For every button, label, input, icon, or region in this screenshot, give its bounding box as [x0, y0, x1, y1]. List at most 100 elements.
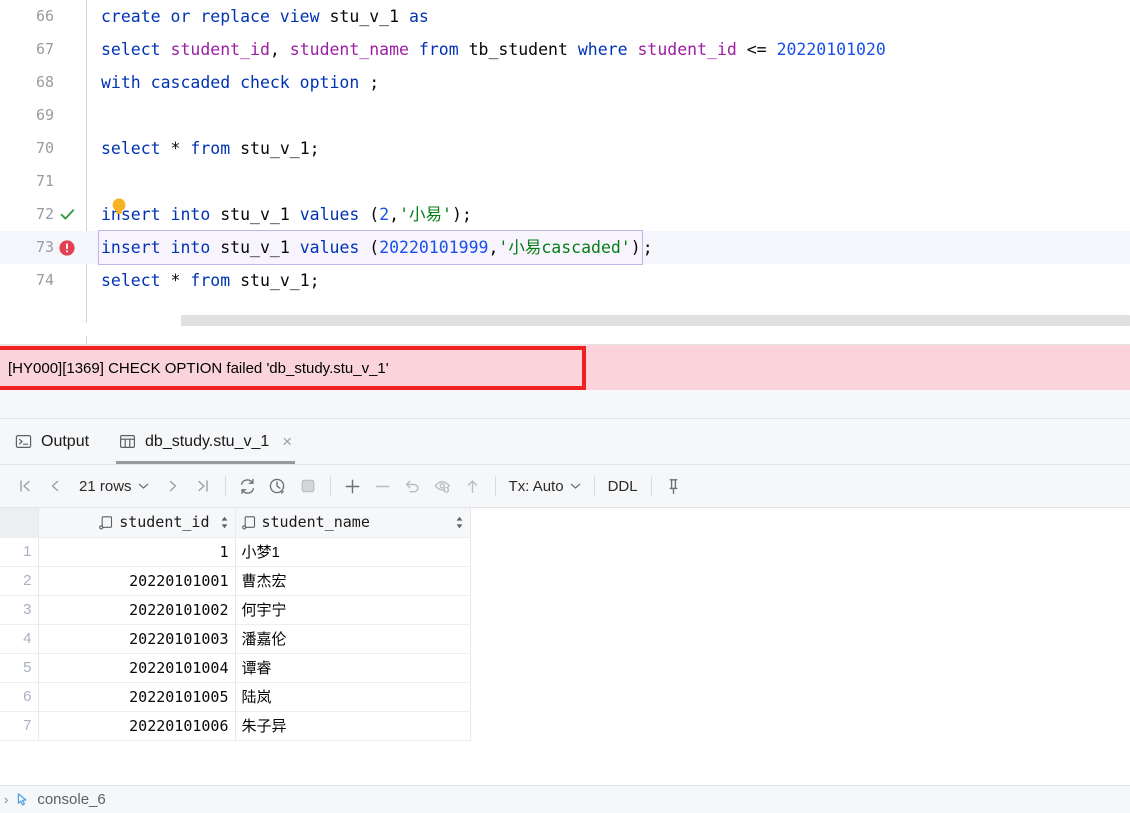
cell-student-id[interactable]: 20220101002	[38, 595, 236, 625]
line-gutter: 70	[0, 132, 86, 165]
revert-changes-button[interactable]	[398, 471, 428, 501]
code-line[interactable]: 72 insert into stu_v_1 values (2,'小易');	[0, 198, 1130, 231]
cell-student-id[interactable]: 20220101004	[38, 653, 236, 683]
cell-student-name[interactable]: 谭睿	[235, 653, 471, 683]
code-line[interactable]: 70 select * from stu_v_1;	[0, 132, 1130, 165]
sql-editor[interactable]: 66 create or replace view stu_v_1 as 67 sel…	[0, 0, 1130, 345]
chevron-right-icon[interactable]: ›	[4, 792, 8, 807]
tab-db-study-stu-v-1[interactable]: db_study.stu_v_1 ×	[104, 419, 307, 464]
banner-gap	[0, 390, 1130, 419]
pin-tab-button[interactable]	[659, 471, 689, 501]
results-table[interactable]: student_id student_name 1 1 小梦1 2 202201…	[0, 508, 471, 741]
line-number: 70	[35, 139, 54, 157]
code-text[interactable]: with cascaded check option ;	[86, 66, 379, 99]
editor-hscrollbar-thumb[interactable]	[181, 315, 1130, 326]
code-token: create or replace view	[101, 7, 330, 26]
code-token: insert into	[101, 238, 221, 257]
cell-student-id[interactable]: 20220101006	[38, 711, 236, 741]
tab-label: db_study.stu_v_1	[145, 432, 270, 450]
row-number[interactable]: 7	[0, 711, 39, 741]
table-row[interactable]: 2 20220101001 曹杰宏	[0, 566, 471, 596]
code-text[interactable]: select student_id, student_name from tb_…	[86, 33, 886, 66]
code-text[interactable]: select * from stu_v_1;	[86, 132, 320, 165]
row-number[interactable]: 2	[0, 566, 39, 596]
table-row[interactable]: 7 20220101006 朱子异	[0, 711, 471, 741]
cell-student-name[interactable]: 曹杰宏	[235, 566, 471, 596]
prev-page-button[interactable]	[40, 471, 70, 501]
table-row[interactable]: 4 20220101003 潘嘉伦	[0, 624, 471, 654]
cell-student-name[interactable]: 陆岚	[235, 682, 471, 712]
preview-changes-button[interactable]	[428, 471, 458, 501]
code-token: select	[101, 139, 171, 158]
row-count-selector[interactable]: 21 rows	[70, 478, 158, 495]
code-line[interactable]: 69	[0, 99, 1130, 132]
statement-success-icon[interactable]	[54, 206, 80, 223]
console-icon	[15, 433, 32, 450]
table-row[interactable]: 6 20220101005 陆岚	[0, 682, 471, 712]
line-gutter: 66	[0, 0, 86, 33]
cell-student-name[interactable]: 小梦1	[235, 537, 471, 567]
sort-indicator-student-name[interactable]	[455, 516, 464, 529]
line-number: 66	[35, 7, 54, 25]
editor-lines[interactable]: 66 create or replace view stu_v_1 as 67 sel…	[0, 0, 1130, 297]
cell-student-id[interactable]: 1	[38, 537, 236, 567]
query-history-button[interactable]	[263, 471, 293, 501]
code-token: stu_v_1	[329, 7, 409, 26]
table-row[interactable]: 1 1 小梦1	[0, 537, 471, 567]
status-bar[interactable]: › console_6	[0, 785, 1130, 813]
cell-student-name[interactable]: 朱子异	[235, 711, 471, 741]
column-header-student-name[interactable]: student_name	[235, 508, 471, 538]
cell-student-name[interactable]: 何宇宁	[235, 595, 471, 625]
code-line[interactable]: 74 select * from stu_v_1;	[0, 264, 1130, 297]
add-row-button[interactable]	[338, 471, 368, 501]
code-line[interactable]: 67 select student_id, student_name from t…	[0, 33, 1130, 66]
row-number[interactable]: 4	[0, 624, 39, 654]
code-line[interactable]: 73 insert into stu_v_1 values (2022010199…	[0, 230, 1130, 265]
intention-bulb-icon[interactable]	[112, 198, 126, 215]
column-header-student-id[interactable]: student_id	[38, 508, 236, 538]
code-text[interactable]: select * from stu_v_1;	[86, 264, 320, 297]
chevron-down-icon-tx	[570, 482, 581, 490]
cell-student-id[interactable]: 20220101005	[38, 682, 236, 712]
tab-output[interactable]: Output	[0, 419, 104, 464]
ddl-button[interactable]: DDL	[602, 478, 644, 495]
refresh-button[interactable]	[233, 471, 263, 501]
code-token: stu_v_1	[220, 238, 300, 257]
submit-changes-button[interactable]	[458, 471, 488, 501]
cursor-icon	[15, 792, 30, 807]
first-page-button[interactable]	[10, 471, 40, 501]
cell-student-name[interactable]: 潘嘉伦	[235, 624, 471, 654]
row-number[interactable]: 1	[0, 537, 39, 567]
cell-student-id[interactable]: 20220101003	[38, 624, 236, 654]
code-text[interactable]: create or replace view stu_v_1 as	[86, 0, 429, 33]
line-number: 71	[35, 172, 54, 190]
code-line[interactable]: 66 create or replace view stu_v_1 as	[0, 0, 1130, 33]
editor-hscrollbar-track[interactable]	[86, 315, 1130, 336]
row-number[interactable]: 6	[0, 682, 39, 712]
remove-row-button[interactable]	[368, 471, 398, 501]
stop-button[interactable]	[293, 471, 323, 501]
table-icon	[119, 433, 136, 450]
table-row[interactable]: 3 20220101002 何宇宁	[0, 595, 471, 625]
transaction-mode-selector[interactable]: Tx: Auto	[503, 478, 587, 495]
table-row[interactable]: 5 20220101004 谭睿	[0, 653, 471, 683]
results-grid-container[interactable]: student_id student_name 1 1 小梦1 2 202201…	[0, 508, 1130, 785]
code-text[interactable]: insert into stu_v_1 values (2,'小易');	[86, 198, 472, 231]
code-line[interactable]: 68 with cascaded check option ;	[0, 66, 1130, 99]
line-gutter: 74	[0, 264, 86, 297]
row-number[interactable]: 5	[0, 653, 39, 683]
last-page-button[interactable]	[188, 471, 218, 501]
results-tabbar[interactable]: Output db_study.stu_v_1 ×	[0, 419, 1130, 465]
code-line[interactable]: 71	[0, 165, 1130, 198]
statement-error-icon[interactable]	[54, 239, 80, 257]
close-icon[interactable]: ×	[282, 433, 292, 450]
code-token: '小易'	[399, 205, 452, 224]
results-toolbar[interactable]: 21 rows Tx: Auto DDL	[0, 465, 1130, 508]
sort-indicator-student-id[interactable]	[220, 516, 229, 529]
next-page-button[interactable]	[158, 471, 188, 501]
code-text[interactable]: insert into stu_v_1 values (20220101999,…	[86, 230, 653, 265]
ide-window: 66 create or replace view stu_v_1 as 67 sel…	[0, 0, 1130, 813]
row-number[interactable]: 3	[0, 595, 39, 625]
cell-student-id[interactable]: 20220101001	[38, 566, 236, 596]
column-label-student-name: student_name	[261, 513, 370, 532]
